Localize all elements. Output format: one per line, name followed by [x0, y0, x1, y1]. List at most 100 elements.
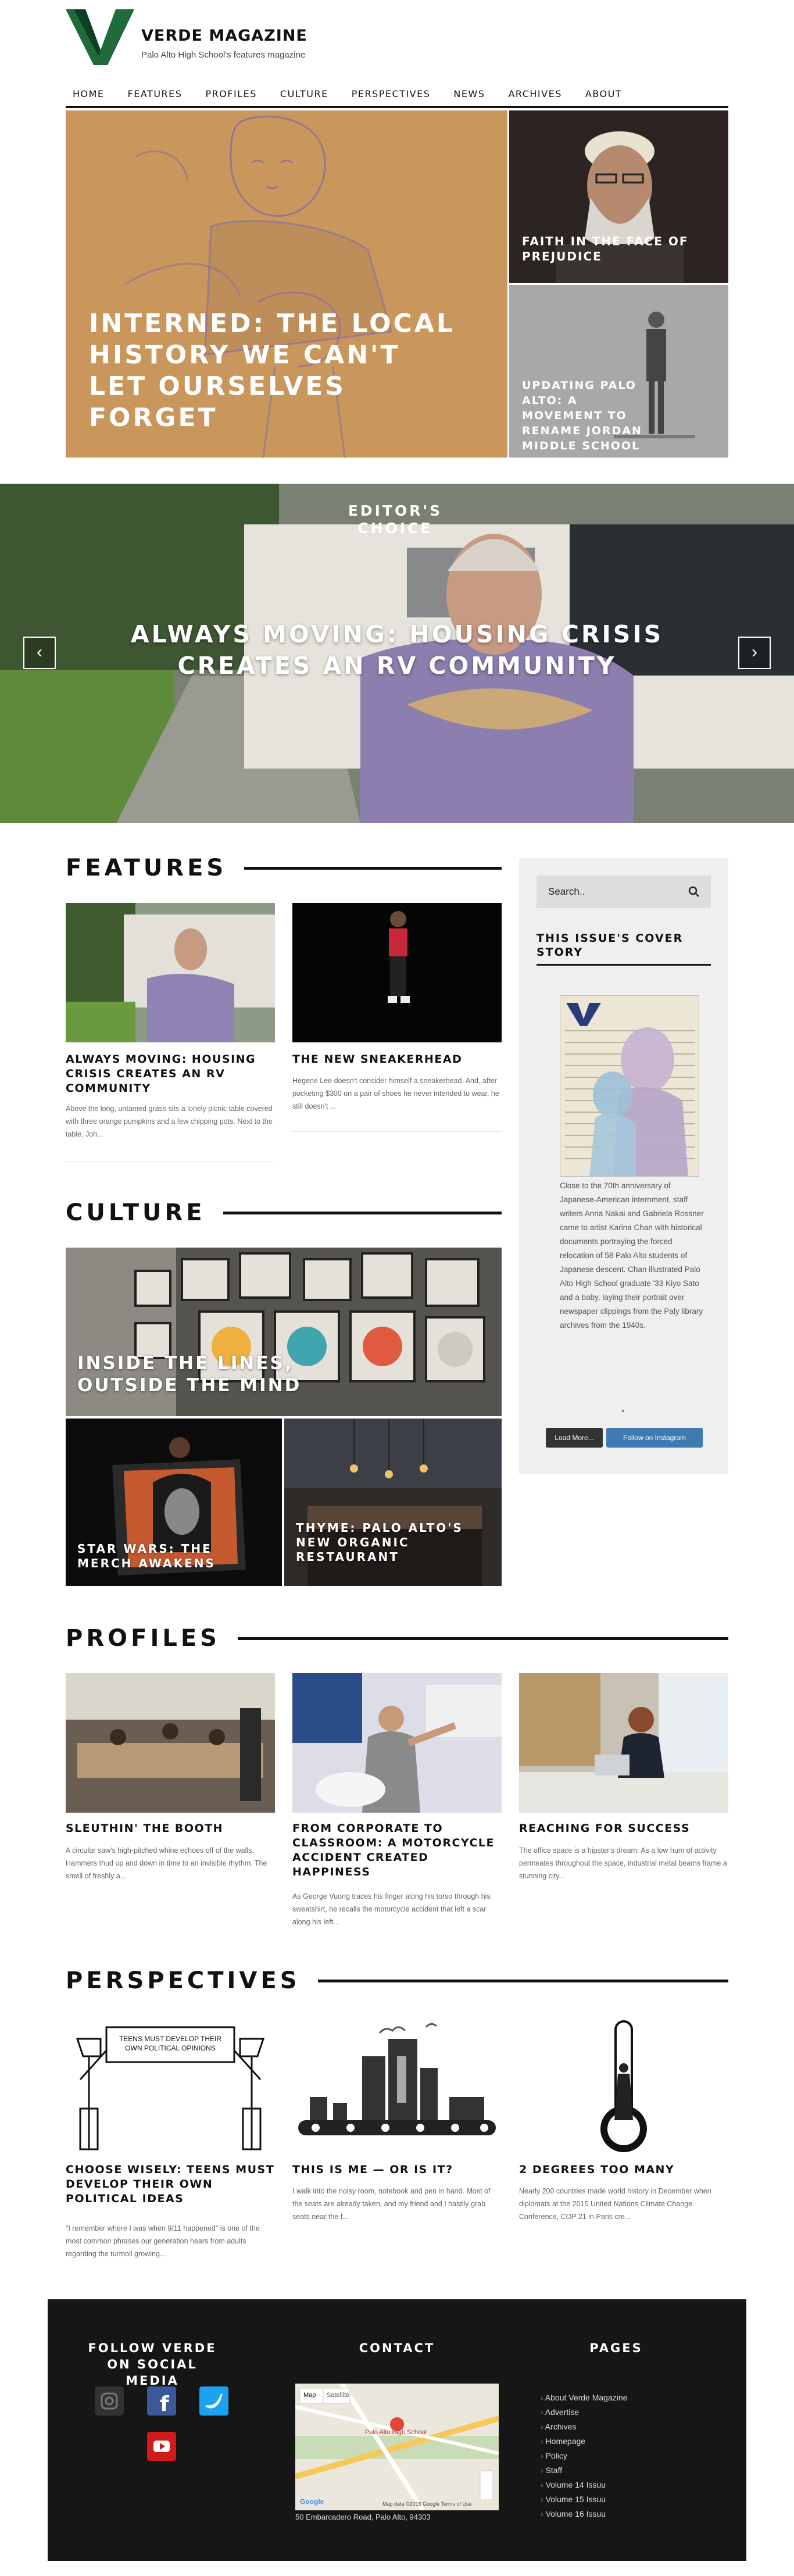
footer-page-link[interactable]: Staff: [541, 2463, 627, 2478]
map-tab-satellite[interactable]: Satellite: [327, 2392, 349, 2399]
perspectives-heading: PERSPECTIVES: [66, 1967, 728, 1994]
cover-image[interactable]: [560, 995, 699, 1177]
culture-main-title[interactable]: INSIDE THE LINES, OUTSIDE THE MIND: [77, 1352, 368, 1396]
feature-2-title[interactable]: THE NEW SNEAKERHEAD: [292, 1052, 502, 1067]
feature-1-image[interactable]: [66, 903, 275, 1042]
hero-side2-title[interactable]: UPDATING PALO ALTO: A MOVEMENT TO RENAME…: [522, 378, 656, 453]
footer-pages-list: About Verde Magazine Advertise Archives …: [541, 2391, 628, 2521]
card-divider: [292, 1131, 502, 1132]
hero-main-story[interactable]: INTERNED: THE LOCAL HISTORY WE CAN'T LET…: [66, 110, 507, 458]
contact-address: 50 Embarcadero Road, Palo Alto, 94303: [295, 2513, 431, 2521]
footer-page-link[interactable]: Volume 16 Issuu: [541, 2507, 627, 2521]
location-map[interactable]: Map Satellite Palo Alto High School Goog…: [295, 2384, 499, 2510]
feature-1-title[interactable]: ALWAYS MOVING: HOUSING CRISIS CREATES AN…: [66, 1052, 275, 1096]
footer-page-link[interactable]: Volume 15 Issuu: [541, 2492, 627, 2507]
profile-3-excerpt: The office space is a hipster's dream: A…: [519, 1846, 727, 1880]
nav-archives[interactable]: ARCHIVES: [508, 88, 561, 99]
nav-perspectives[interactable]: PERSPECTIVES: [352, 88, 431, 99]
facebook-glyph: f: [160, 2392, 169, 2416]
map-tab-map[interactable]: Map: [303, 2392, 316, 2399]
perspective-1-title[interactable]: CHOOSE WISELY: TEENS MUST DEVELOP THEIR …: [66, 2163, 275, 2206]
profile-1-excerpt: A circular saw's high-pitched whine echo…: [66, 1846, 267, 1880]
profile-3-title[interactable]: REACHING FOR SUCCESS: [519, 1821, 728, 1836]
youtube-icon[interactable]: [147, 2432, 176, 2461]
profile-3-image[interactable]: [519, 1673, 728, 1813]
twitter-icon[interactable]: [199, 2386, 228, 2416]
profiles-heading-label[interactable]: PROFILES: [66, 1625, 220, 1652]
perspective-1-image[interactable]: TEENS MUST DEVELOP THEIR OWN POLITICAL OP…: [66, 2016, 275, 2155]
slider-prev-button[interactable]: ‹: [23, 637, 56, 669]
feature-2-image[interactable]: [292, 903, 502, 1042]
cover-story-text: Close to the 70th anniversary of Japanes…: [560, 1181, 704, 1330]
hero-side1-title[interactable]: FAITH IN THE FACE OF PREJUDICE: [522, 234, 714, 264]
site-footer: FOLLOW VERDE ON SOCIAL MEDIA CONTACT PAG…: [48, 2299, 746, 2561]
features-heading-label[interactable]: FEATURES: [66, 855, 227, 881]
culture-left-story[interactable]: STAR WARS: THE MERCH AWAKENS: [66, 1419, 282, 1586]
verde-logo[interactable]: [66, 9, 134, 65]
hero-main-title[interactable]: INTERNED: THE LOCAL HISTORY WE CAN'T LET…: [89, 308, 461, 434]
culture-heading-label[interactable]: CULTURE: [66, 1199, 206, 1226]
search-icon[interactable]: [688, 885, 700, 898]
heading-rule: [223, 1211, 502, 1214]
culture-right-title[interactable]: THYME: PALO ALTO'S NEW ORGANIC RESTAURAN…: [296, 1521, 482, 1564]
perspective-3-image[interactable]: [519, 2016, 728, 2155]
hero-side-story-1[interactable]: FAITH IN THE FACE OF PREJUDICE: [509, 110, 728, 283]
footer-page-link[interactable]: Homepage: [541, 2434, 627, 2449]
heading-rule: [244, 866, 502, 870]
follow-instagram-button[interactable]: Follow on Instagram: [606, 1428, 703, 1448]
perspective-2-image[interactable]: [292, 2016, 502, 2155]
footer-page-link[interactable]: Policy: [541, 2449, 627, 2463]
footer-page-link[interactable]: Advertise: [541, 2405, 627, 2420]
sidebar: Search.. THIS ISSUE'S COVER STORY Close …: [519, 858, 728, 1474]
hero-side-story-2[interactable]: UPDATING PALO ALTO: A MOVEMENT TO RENAME…: [509, 285, 728, 458]
footer-page-link[interactable]: Volume 14 Issuu: [541, 2478, 627, 2492]
map-credit: Google: [300, 2498, 324, 2506]
nav-features[interactable]: FEATURES: [128, 88, 183, 99]
map-graphic: [295, 2384, 499, 2510]
slider-next-button[interactable]: ›: [738, 637, 771, 669]
map-footer-text: Map data ©2016 Google Terms of Use: [382, 2501, 472, 2507]
culture-right-story[interactable]: THYME: PALO ALTO'S NEW ORGANIC RESTAURAN…: [284, 1419, 502, 1586]
editors-choice-tag: EDITOR'S CHOICE: [348, 502, 443, 537]
perspective-2-illustration: [292, 2016, 502, 2155]
profiles-heading: PROFILES: [66, 1625, 728, 1652]
instagram-loading-indicator: ": [621, 1408, 624, 1417]
perspectives-heading-label[interactable]: PERSPECTIVES: [66, 1967, 301, 1994]
profile-1-title[interactable]: SLEUTHIN' THE BOOTH: [66, 1821, 275, 1836]
perspective-1-excerpt: "I remember where I was when 9/11 happen…: [66, 2224, 260, 2258]
footer-page-link[interactable]: About Verde Magazine: [541, 2391, 628, 2405]
perspective-2-title[interactable]: THIS IS ME — OR IS IT?: [292, 2163, 502, 2177]
profile-2-excerpt: As George Vuong traces his finger along …: [292, 1892, 491, 1926]
site-title[interactable]: VERDE MAGAZINE: [141, 27, 307, 45]
main-nav: HOME FEATURES PROFILES CULTURE PERSPECTI…: [66, 81, 728, 108]
profile-2-title[interactable]: FROM CORPORATE TO CLASSROOM: A MOTORCYCL…: [292, 1821, 502, 1880]
footer-pages-heading: PAGES: [589, 2341, 643, 2355]
profile-1-image[interactable]: [66, 1673, 275, 1813]
culture-main-story[interactable]: INSIDE THE LINES, OUTSIDE THE MIND: [66, 1248, 502, 1416]
nav-about[interactable]: ABOUT: [585, 88, 622, 99]
instagram-icon[interactable]: [95, 2386, 124, 2416]
feature-2-excerpt: Hegene Lee doesn't consider himself a sn…: [292, 1077, 499, 1110]
site-header: VERDE MAGAZINE Palo Alto High School's f…: [66, 9, 728, 67]
profile-2-photo: [292, 1673, 502, 1813]
perspective-3-title[interactable]: 2 DEGREES TOO MANY: [519, 2163, 728, 2177]
load-more-button[interactable]: Load More...: [546, 1428, 603, 1448]
footer-page-link[interactable]: Archives: [541, 2420, 627, 2434]
nav-home[interactable]: HOME: [73, 88, 105, 99]
perspective-3-excerpt: Nearly 200 countries made world history …: [519, 2187, 711, 2221]
culture-left-title[interactable]: STAR WARS: THE MERCH AWAKENS: [77, 1542, 252, 1571]
profile-3-photo: [519, 1673, 728, 1813]
heading-rule: [237, 1637, 728, 1640]
profile-2-image[interactable]: [292, 1673, 502, 1813]
search-placeholder: Search..: [548, 886, 585, 897]
nav-culture[interactable]: CULTURE: [280, 88, 328, 99]
cover-story-heading: THIS ISSUE'S COVER STORY: [537, 931, 711, 966]
nav-profiles[interactable]: PROFILES: [205, 88, 256, 99]
nav-news[interactable]: NEWS: [453, 88, 485, 99]
search-input[interactable]: Search..: [537, 876, 711, 908]
feature-1-excerpt: Above the long, untamed grass sits a lon…: [66, 1105, 273, 1138]
perspective-3-illustration: [519, 2016, 728, 2155]
heading-rule: [317, 1979, 728, 1982]
editors-choice-title[interactable]: ALWAYS MOVING: HOUSING CRISIS CREATES AN…: [93, 619, 701, 681]
facebook-icon[interactable]: f: [147, 2386, 176, 2416]
